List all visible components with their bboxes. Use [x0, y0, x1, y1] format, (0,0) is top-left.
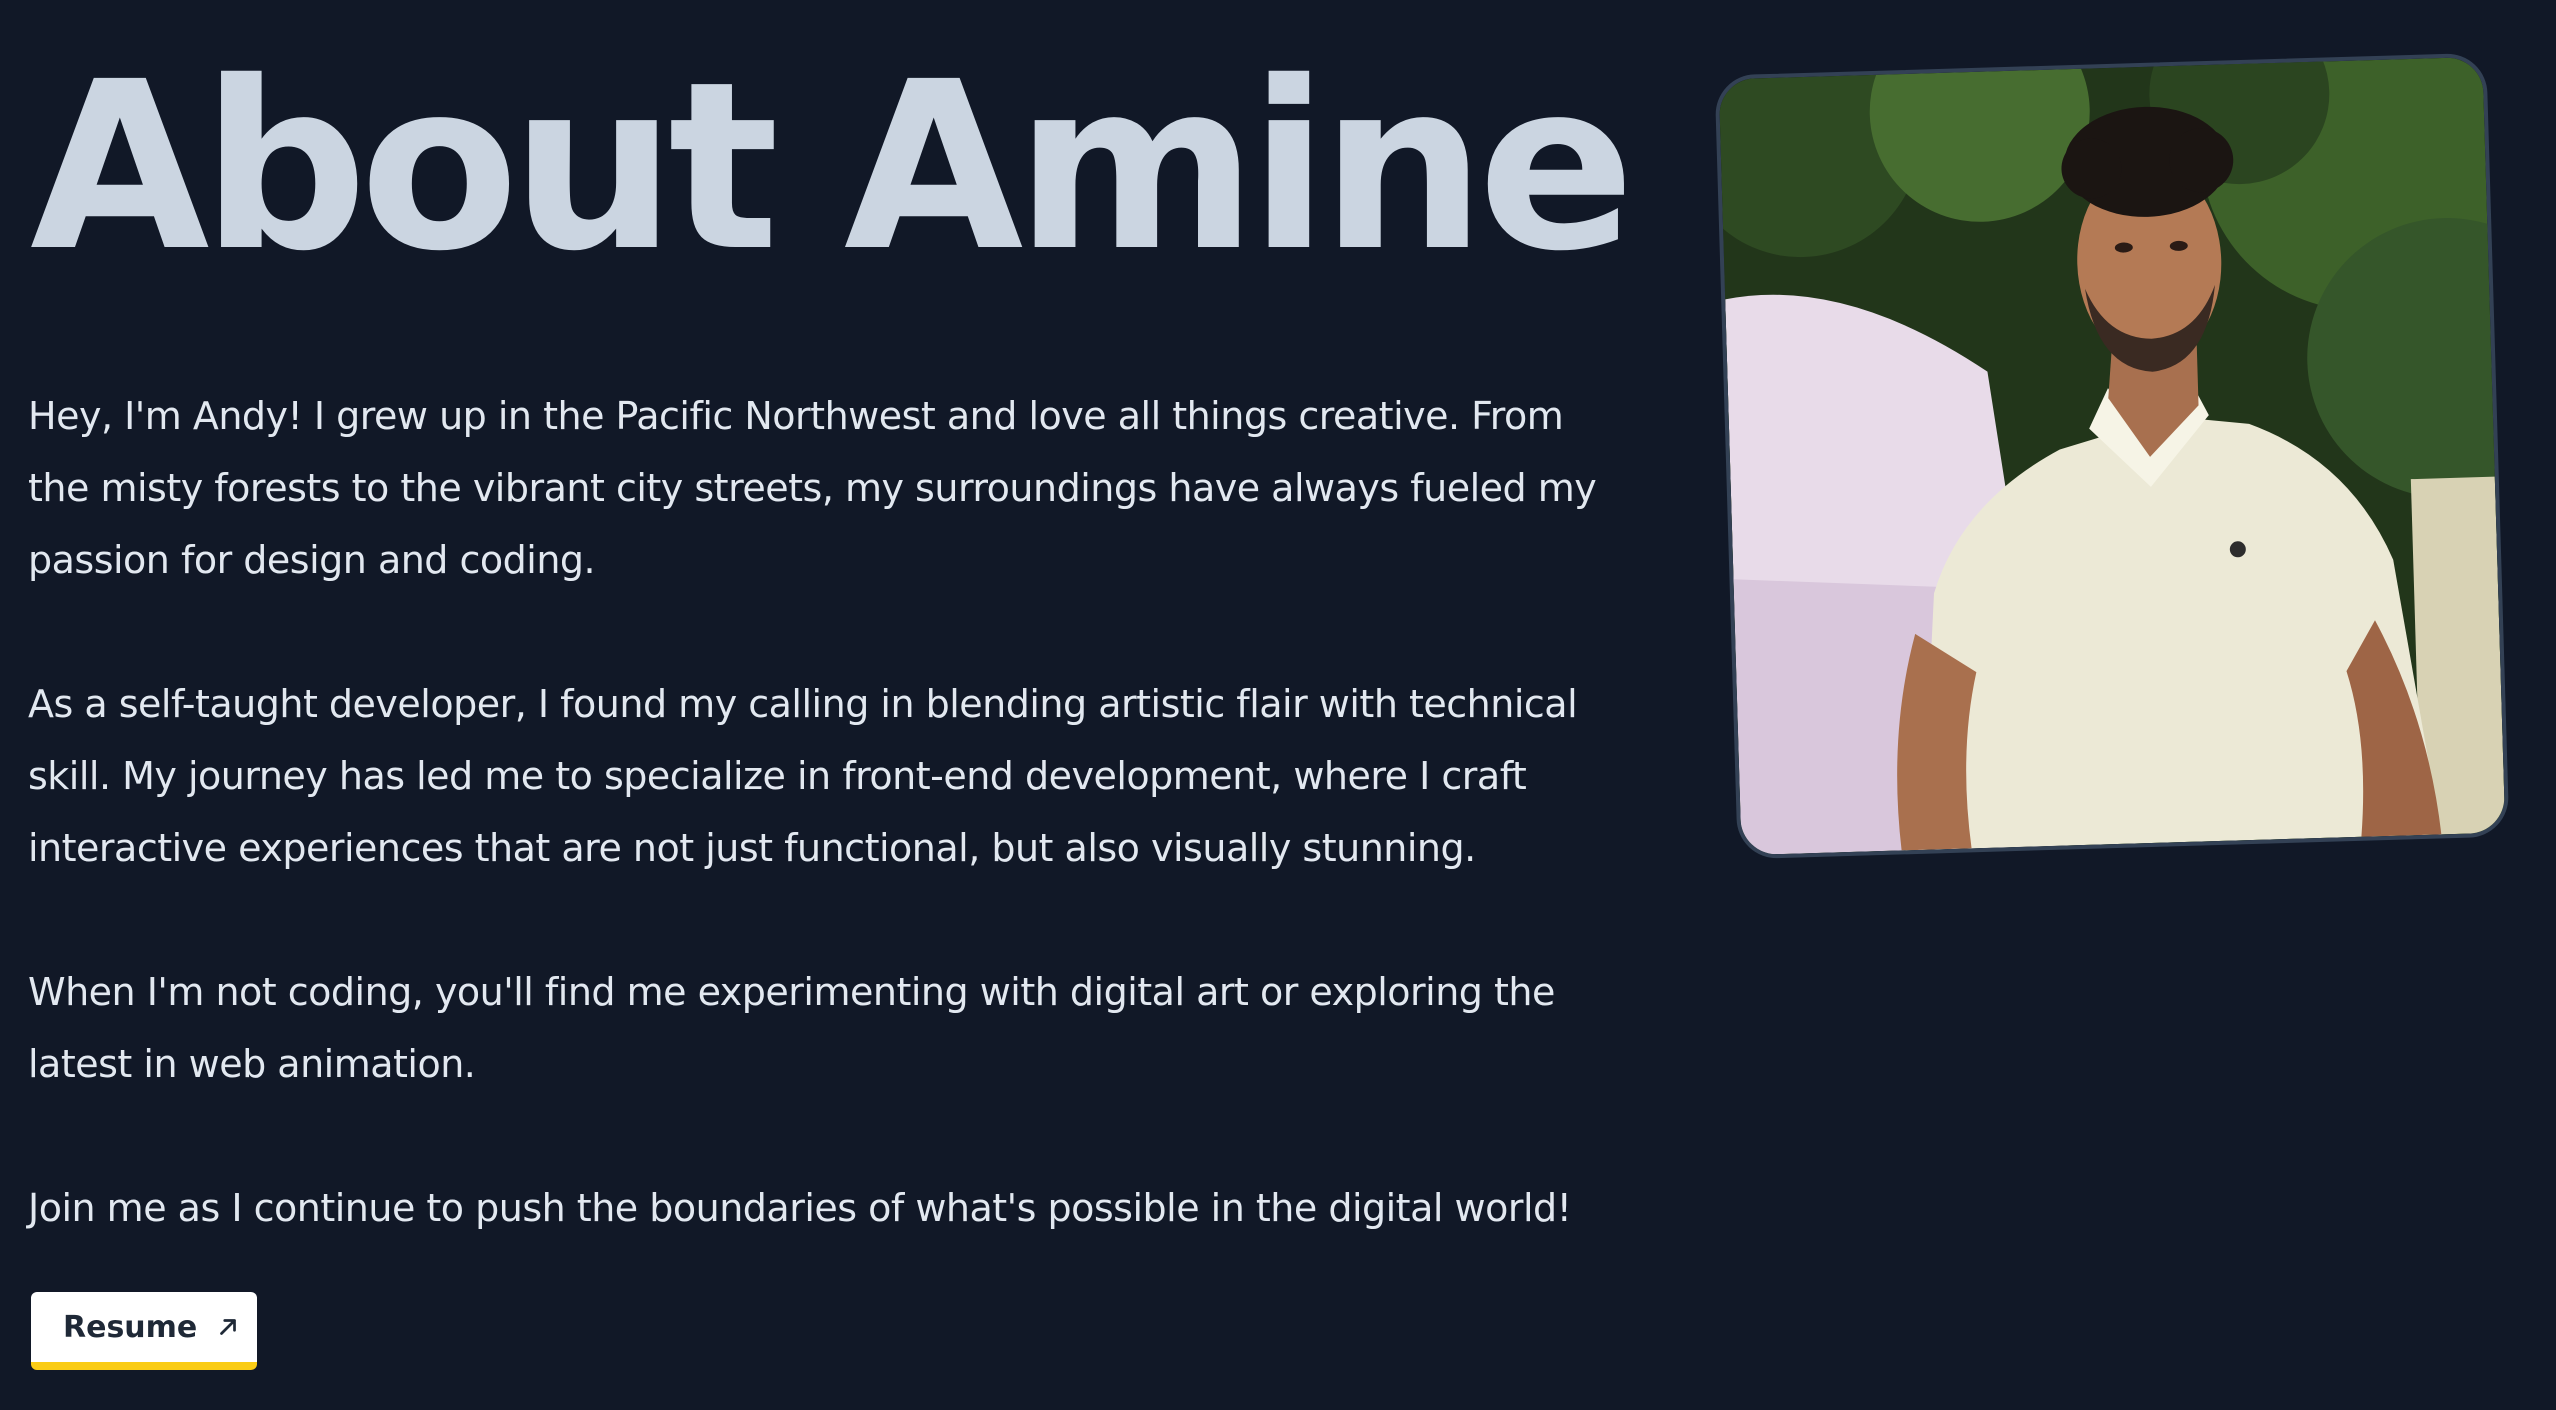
bio-paragraph-1: Hey, I'm Andy! I grew up in the Pacific … [28, 394, 1597, 582]
arrow-up-right-icon [220, 1319, 237, 1335]
resume-button-label: Resume [63, 1309, 198, 1345]
portrait-illustration [1718, 56, 2506, 856]
resume-button[interactable]: Resume [31, 1292, 257, 1370]
bio-paragraph-2: As a self-taught developer, I found my c… [28, 682, 1578, 870]
portrait-photo [1714, 52, 2510, 860]
bio-paragraph-3: When I'm not coding, you'll find me expe… [28, 970, 1555, 1086]
bio-section: Hey, I'm Andy! I grew up in the Pacific … [28, 380, 1608, 1316]
bio-paragraph-4: Join me as I continue to push the bounda… [28, 1186, 1572, 1230]
page-title: About Amine [30, 32, 1635, 302]
